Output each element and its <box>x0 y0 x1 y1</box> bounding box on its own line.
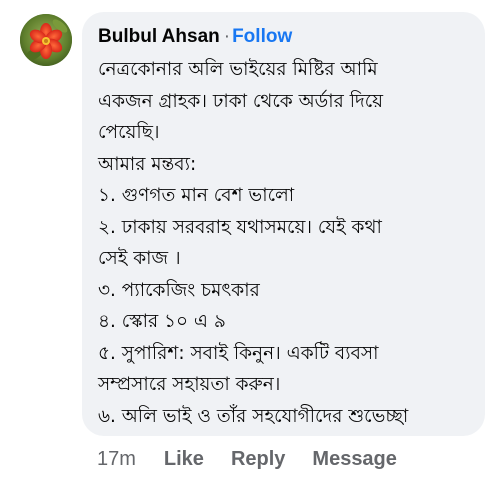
comment-line: ৬. অলি ভাই ও তাঁর সহযোগীদের শুভেচ্ছা <box>98 405 409 427</box>
comment-line: আমার মন্তব্য: <box>98 153 197 175</box>
comment-line: সেই কাজ । <box>98 248 181 269</box>
comment-bubble: Bulbul Ahsan · Follow নেত্রকোনার অলি ভাইয়… <box>82 12 485 436</box>
reply-button[interactable]: Reply <box>231 448 285 471</box>
comment-actions: 17m Like Reply Message <box>97 444 424 474</box>
comment: Bulbul Ahsan · Follow নেত্রকোনার অলি ভাইয়… <box>0 0 500 500</box>
message-button[interactable]: Message <box>312 448 397 471</box>
comment-line: পেয়েছি। <box>98 122 160 143</box>
comment-line: ৩. প্যাকেজিং চমৎকার <box>98 279 260 301</box>
author-name[interactable]: Bulbul Ahsan <box>98 26 220 47</box>
red-flower-avatar-icon <box>20 14 72 66</box>
comment-header: Bulbul Ahsan · Follow <box>98 24 471 50</box>
comment-line: সম্প্রসারে সহায়তা করুন। <box>98 374 281 395</box>
timestamp-link[interactable]: 17m <box>97 448 136 471</box>
comment-line: ৫. সুপারিশ: সবাই কিনুন। একটি ব্যবসা <box>98 342 379 364</box>
like-button[interactable]: Like <box>164 448 204 471</box>
comment-line: ৪. স্কোর ১০ এ ৯ <box>98 311 226 332</box>
comment-text: নেত্রকোনার অলি ভাইয়ের মিষ্টির আমি একজন … <box>98 54 471 432</box>
comment-line: নেত্রকোনার অলি ভাইয়ের মিষ্টির আমি <box>98 59 378 80</box>
separator-dot: · <box>223 26 231 47</box>
comment-line: ২. ঢাকায় সরবরাহ যথাসময়ে। যেই কথা <box>98 216 382 238</box>
comment-line: ১. গুণগত মান বেশ ভালো <box>98 185 295 206</box>
comment-line: একজন গ্রাহক। ঢাকা থেকে অর্ডার দিয়ে <box>98 90 384 112</box>
follow-button[interactable]: Follow <box>232 26 292 47</box>
avatar[interactable] <box>20 14 72 66</box>
